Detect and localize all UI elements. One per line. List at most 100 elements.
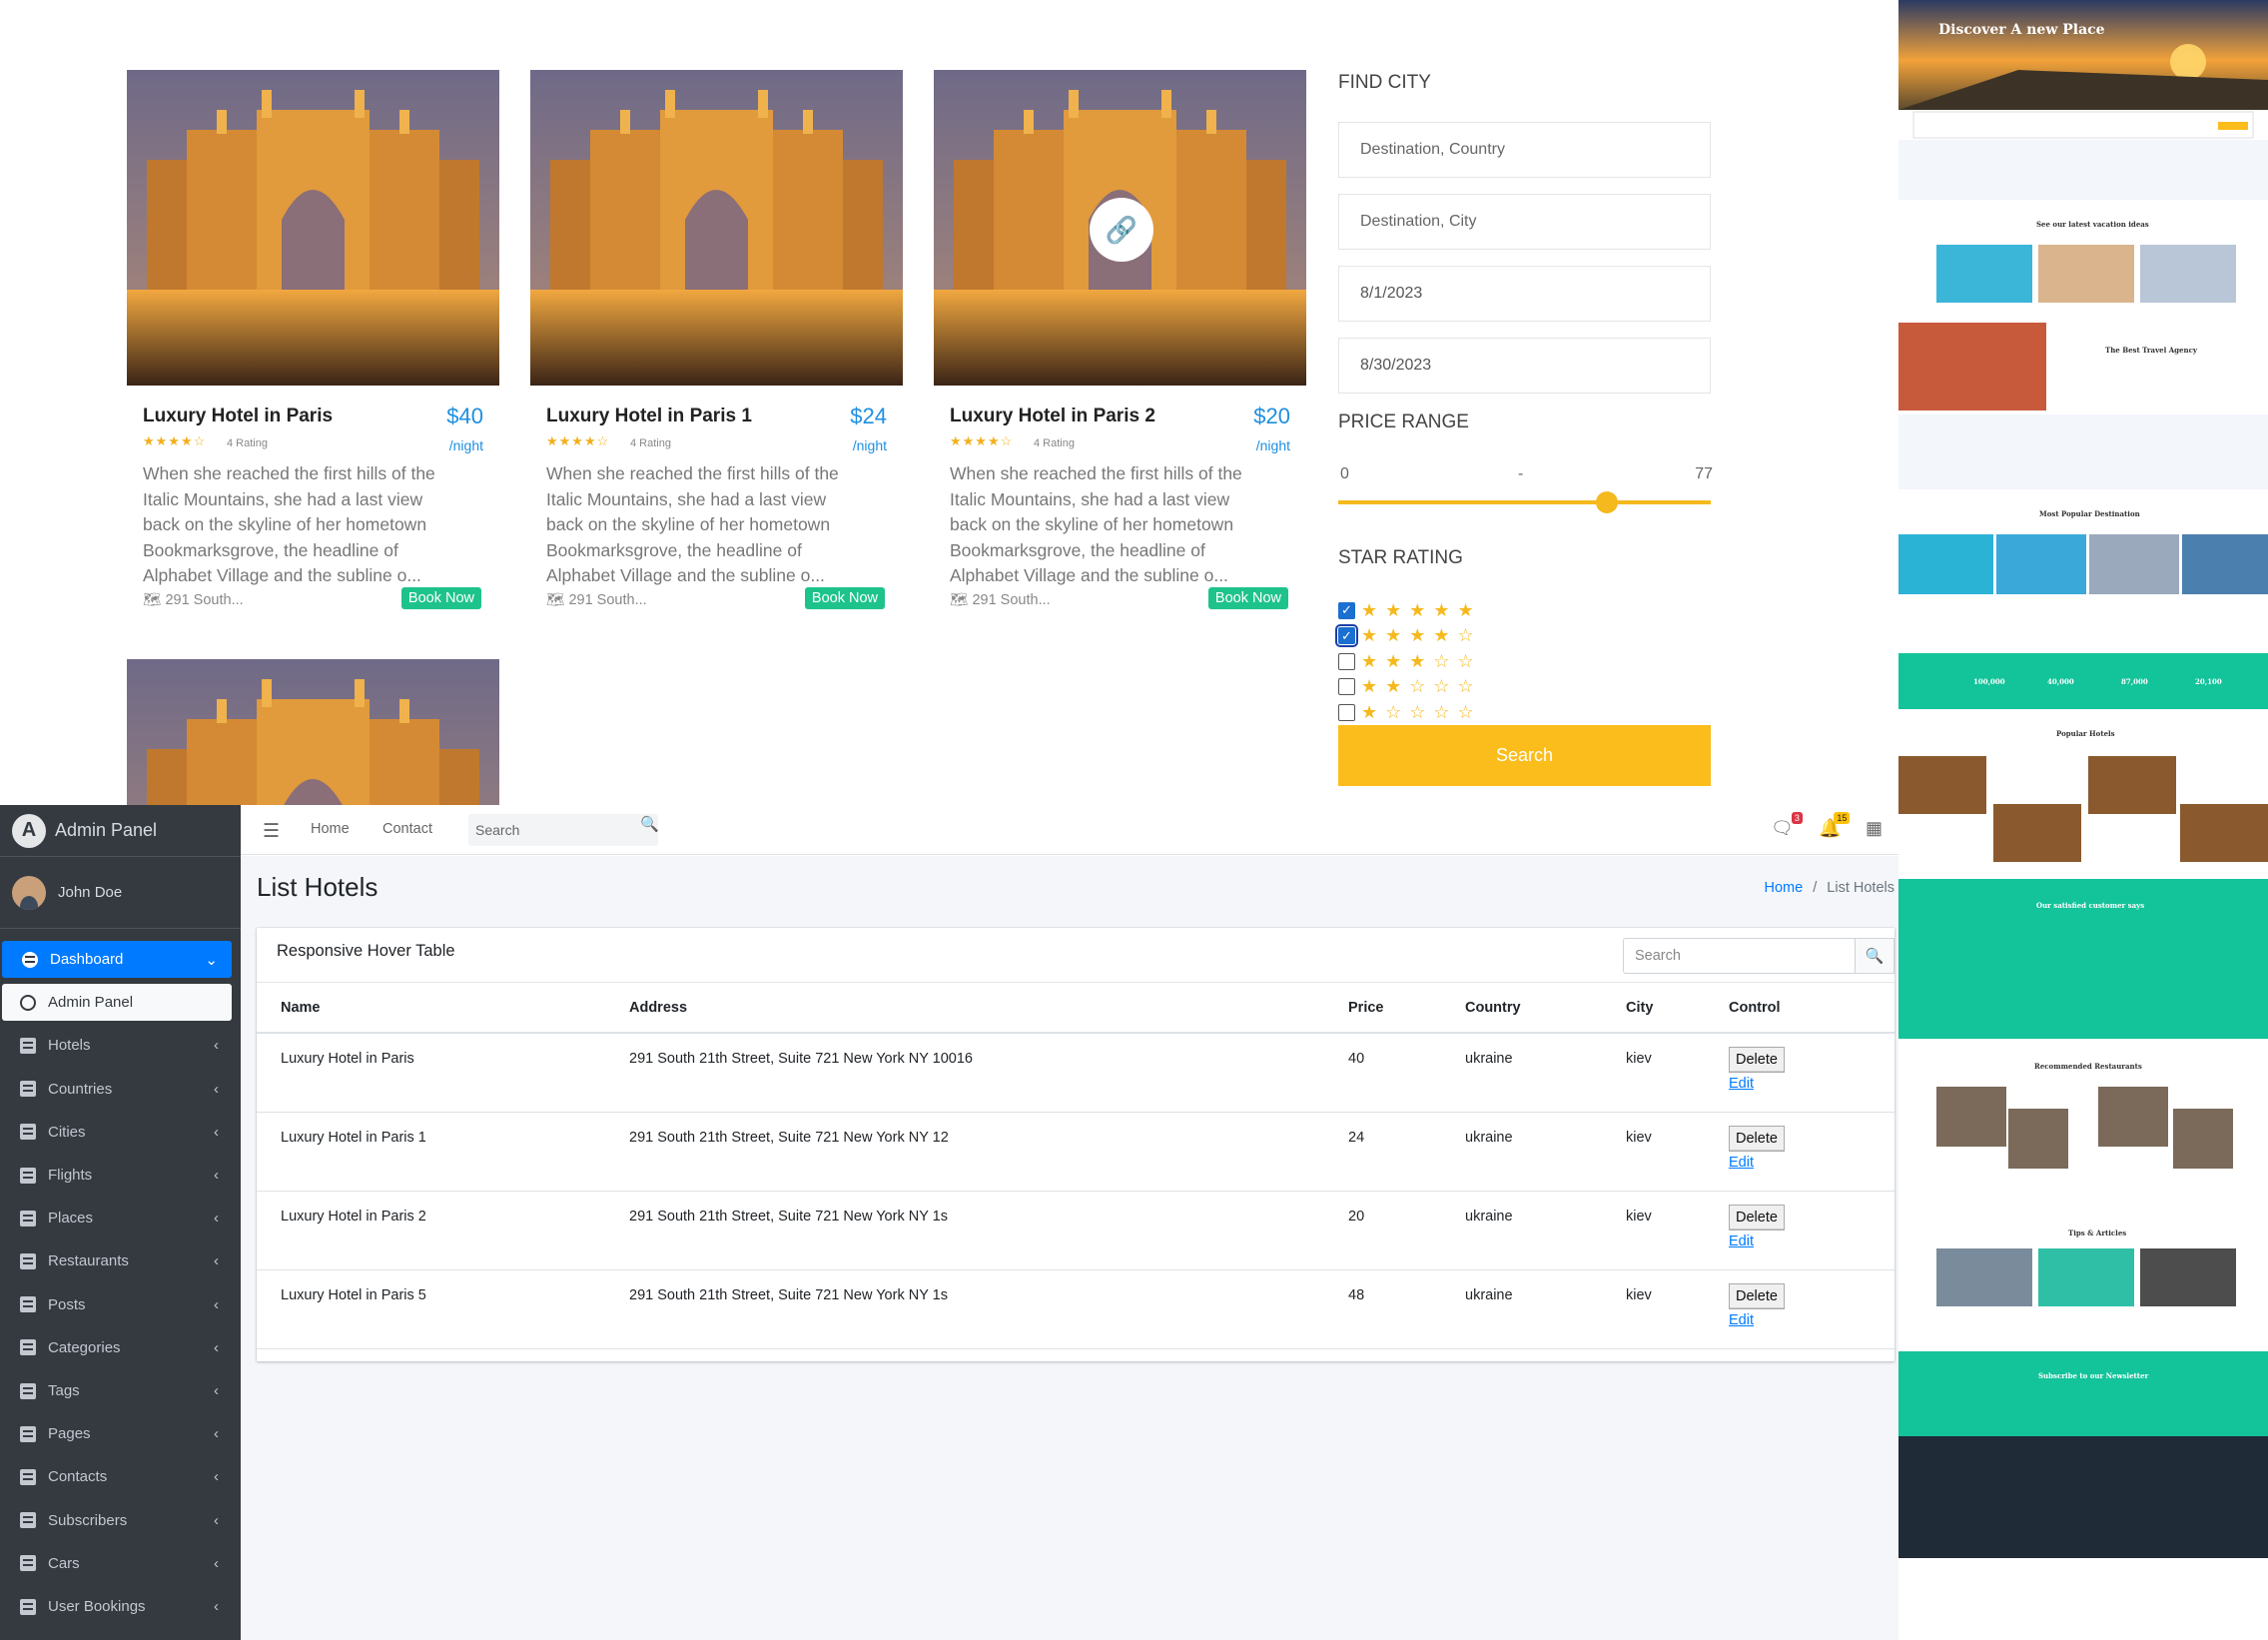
sidebar-item-admin-panel[interactable]: Admin Panel — [2, 984, 232, 1022]
sidebar-item-places[interactable]: Places ‹ — [0, 1200, 241, 1236]
sidebar-item-label: Hotels — [48, 1037, 91, 1055]
hotel-card[interactable] — [127, 659, 499, 805]
price-unit: /night — [852, 437, 887, 453]
sidebar-item-label: Tags — [48, 1382, 80, 1399]
edit-link[interactable]: Edit — [1729, 1155, 1894, 1171]
book-icon — [20, 1382, 36, 1399]
book-now-button[interactable]: Book Now — [804, 587, 885, 609]
star-filter-row[interactable]: ★☆☆☆☆ — [1338, 701, 1482, 723]
sidebar-item-cities[interactable]: Cities ‹ — [0, 1114, 241, 1151]
hotel-card[interactable]: 🔗 Luxury Hotel in Paris 2 $20 /night ★★★… — [934, 70, 1306, 625]
sidebar-item-pages[interactable]: Pages ‹ — [0, 1415, 241, 1452]
book-now-button[interactable]: Book Now — [400, 587, 481, 609]
sidebar-item-posts[interactable]: Posts ‹ — [0, 1286, 241, 1323]
apps-grid-icon[interactable]: ▦ — [1866, 818, 1883, 839]
star-checkbox[interactable] — [1338, 652, 1355, 670]
star-checkbox[interactable]: ✓ — [1335, 624, 1358, 647]
table-row[interactable]: Luxury Hotel in Paris 291 South 21th Stre… — [257, 1033, 1894, 1113]
table-row[interactable]: Luxury Hotel in Paris 5 291 South 21th St… — [257, 1269, 1894, 1349]
card-title: Responsive Hover Table — [277, 942, 455, 960]
star-icons: ★★☆☆☆ — [1361, 676, 1482, 696]
nav-home-link[interactable]: Home — [311, 821, 350, 837]
map-icon: 🗺 — [950, 592, 969, 608]
hotel-name[interactable]: Luxury Hotel in Paris 2 — [950, 406, 1155, 427]
brand-text: Admin Panel — [55, 820, 158, 840]
table-row[interactable]: Luxury Hotel in Paris 2 291 South 21th St… — [257, 1191, 1894, 1270]
hotel-image[interactable]: 🔗 — [934, 70, 1306, 386]
price-slider-handle[interactable] — [1596, 491, 1619, 513]
nav-contact-link[interactable]: Contact — [382, 821, 432, 837]
notifications-icon[interactable]: 🔔 15 — [1819, 812, 1851, 839]
star-checkbox[interactable] — [1338, 678, 1355, 695]
star-filter-row[interactable]: ✓ ★★★★★ — [1338, 599, 1482, 621]
date-from-input[interactable]: 8/1/2023 — [1338, 266, 1711, 322]
country-input[interactable]: Destination, Country — [1338, 122, 1711, 178]
delete-button[interactable]: Delete — [1729, 1204, 1785, 1230]
sidebar-item-tags[interactable]: Tags ‹ — [0, 1372, 241, 1409]
star-checkbox[interactable]: ✓ — [1338, 601, 1355, 619]
sidebar-item-label: Pages — [48, 1425, 91, 1443]
cell-price: 24 — [1324, 1112, 1441, 1192]
delete-button[interactable]: Delete — [1729, 1282, 1785, 1309]
chevron-left-icon: ‹ — [214, 1511, 219, 1529]
date-to-input[interactable]: 8/30/2023 — [1338, 338, 1711, 394]
sidebar-item-subscribers[interactable]: Subscribers ‹ — [0, 1502, 241, 1539]
hotel-card[interactable]: Luxury Hotel in Paris $40 /night ★★★★☆ 4… — [127, 70, 499, 625]
book-icon — [20, 1296, 36, 1313]
delete-button[interactable]: Delete — [1729, 1125, 1785, 1152]
star-icons: ★★★★☆ — [1361, 625, 1482, 645]
messages-icon[interactable]: 🗨 3 — [1771, 812, 1803, 839]
sidebar-item-cars[interactable]: Cars ‹ — [0, 1545, 241, 1582]
search-icon[interactable]: 🔍 — [640, 815, 659, 833]
preview-destination-heading: Most Popular Destination — [2039, 509, 2140, 518]
city-input[interactable]: Destination, City — [1338, 194, 1711, 250]
edit-link[interactable]: Edit — [1729, 1233, 1894, 1249]
preview-hero-title: Discover A new Place — [1938, 22, 2105, 38]
column-header: Control — [1705, 983, 1894, 1034]
sidebar-item-dashboard[interactable]: Dashboard ⌄ — [2, 941, 232, 978]
table-row[interactable]: Luxury Hotel in Paris 1 291 South 21th St… — [257, 1112, 1894, 1192]
edit-link[interactable]: Edit — [1729, 1076, 1894, 1092]
sidebar-item-categories[interactable]: Categories ‹ — [0, 1329, 241, 1366]
hotel-image[interactable] — [127, 659, 499, 805]
brand-link[interactable]: A Admin Panel — [0, 805, 241, 857]
hotel-name[interactable]: Luxury Hotel in Paris — [143, 406, 333, 427]
edit-link[interactable]: Edit — [1729, 1312, 1894, 1328]
hotel-card[interactable]: Luxury Hotel in Paris 1 $24 /night ★★★★☆… — [530, 70, 903, 625]
book-icon — [20, 1512, 36, 1529]
table-search-input[interactable]: Search — [1623, 938, 1869, 974]
sidebar-item-countries[interactable]: Countries ‹ — [0, 1071, 241, 1108]
topbar-search-input[interactable]: Search — [468, 814, 658, 846]
sidebar-item-restaurants[interactable]: Restaurants ‹ — [0, 1242, 241, 1279]
sidebar-item-flights[interactable]: Flights ‹ — [0, 1157, 241, 1194]
breadcrumb-home[interactable]: Home — [1765, 880, 1804, 896]
chevron-left-icon: ‹ — [214, 1080, 219, 1098]
star-filter-row[interactable]: ★★★☆☆ — [1338, 650, 1482, 672]
hotel-stars: ★★★★☆ — [143, 433, 207, 448]
star-filter-row[interactable]: ★★☆☆☆ — [1338, 676, 1482, 698]
table-search-icon[interactable]: 🔍 — [1855, 938, 1894, 974]
hotel-image[interactable] — [530, 70, 903, 386]
hotel-name[interactable]: Luxury Hotel in Paris 1 — [546, 406, 752, 427]
hotel-address-text: 291 South... — [972, 592, 1051, 608]
link-icon[interactable]: 🔗 — [1090, 198, 1153, 262]
menu-toggle-icon[interactable]: ☰ — [263, 820, 280, 843]
user-panel[interactable]: John Doe — [0, 857, 241, 929]
chevron-left-icon: ‹ — [214, 1468, 219, 1486]
preview-newsletter-heading: Subscribe to our Newsletter — [2038, 1371, 2149, 1380]
chevron-left-icon: ‹ — [214, 1037, 219, 1055]
star-checkbox[interactable] — [1338, 703, 1355, 721]
sidebar-item-label: Cities — [48, 1123, 86, 1141]
star-filter-row[interactable]: ✓ ★★★★☆ — [1335, 624, 1482, 647]
cell-name: Luxury Hotel in Paris 2 — [257, 1191, 605, 1270]
delete-button[interactable]: Delete — [1729, 1047, 1785, 1073]
sidebar-item-user-bookings[interactable]: User Bookings ‹ — [0, 1588, 241, 1625]
price-slider-track[interactable] — [1338, 500, 1711, 504]
sidebar-item-contacts[interactable]: Contacts ‹ — [0, 1458, 241, 1495]
book-now-button[interactable]: Book Now — [1207, 587, 1288, 609]
search-button[interactable]: Search — [1338, 725, 1711, 786]
price-dash: - — [1518, 465, 1524, 482]
sidebar-item-hotels[interactable]: Hotels ‹ — [0, 1027, 241, 1064]
breadcrumb: Home / List Hotels — [1765, 880, 1894, 896]
hotel-image[interactable] — [127, 70, 499, 386]
